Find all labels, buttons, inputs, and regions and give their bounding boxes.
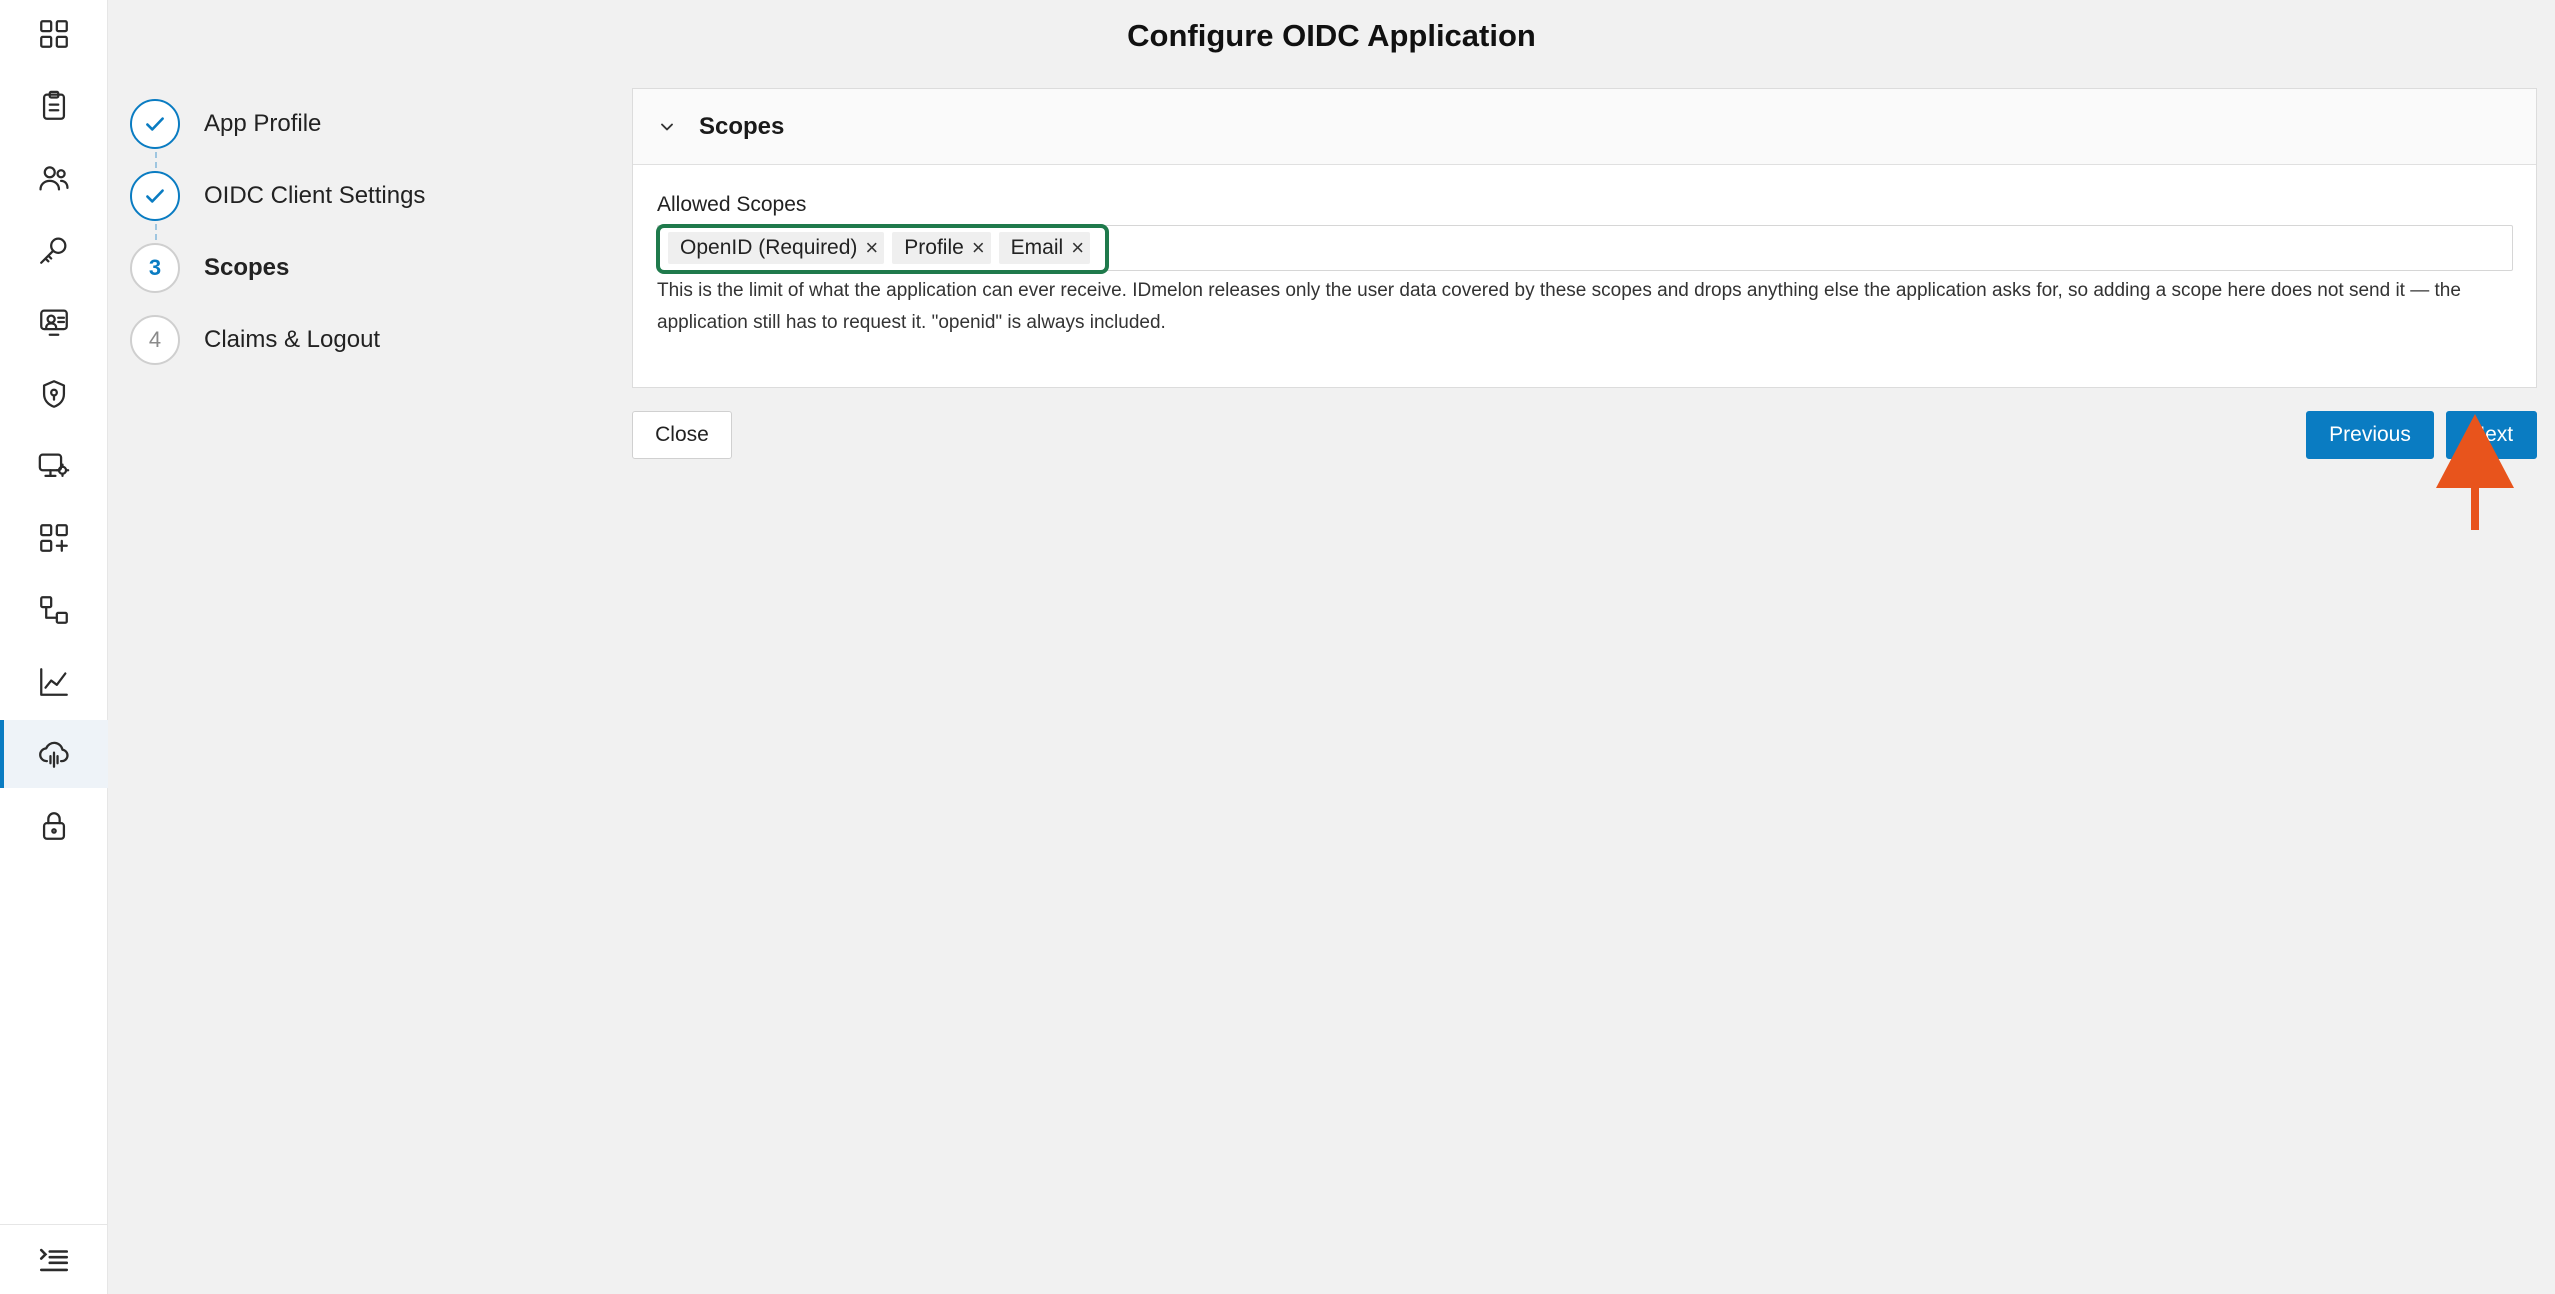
shield-icon [42, 380, 66, 408]
page-title: Configure OIDC Application [1127, 18, 1536, 53]
nav-security[interactable] [0, 360, 108, 428]
scopes-panel: Scopes Allowed Scopes OpenID (Required) … [632, 88, 2537, 388]
previous-button[interactable]: Previous [2306, 411, 2434, 459]
step-done-indicator [130, 99, 180, 149]
panel-title: Scopes [699, 112, 785, 140]
nav-analytics[interactable] [0, 648, 108, 716]
nav-access[interactable] [0, 792, 108, 860]
nav-integrations[interactable] [0, 504, 108, 572]
step-label: OIDC Client Settings [204, 182, 426, 209]
step-number: 4 [130, 315, 180, 365]
users-icon [39, 166, 69, 191]
highlight-box [656, 224, 1109, 274]
user-monitor-icon [40, 309, 68, 336]
dashboard-icon [40, 20, 68, 48]
step-app-profile[interactable]: App Profile [130, 98, 321, 150]
scopes-panel-header[interactable]: Scopes [633, 89, 2536, 165]
monitor-gear-icon [38, 453, 70, 478]
check-icon [146, 117, 164, 131]
lock-icon [42, 812, 66, 840]
cloud-fingerprint-icon [39, 741, 69, 768]
key-icon [40, 237, 67, 264]
nav-settings[interactable] [0, 432, 108, 500]
nav-workflows[interactable] [0, 576, 108, 644]
step-done-indicator [130, 171, 180, 221]
step-oidc-client-settings[interactable]: OIDC Client Settings [130, 170, 425, 222]
nav-reports[interactable] [0, 72, 108, 140]
nav-keys[interactable] [0, 216, 108, 284]
step-label: Scopes [204, 254, 290, 281]
menu-collapse-icon [39, 1248, 69, 1271]
step-label: App Profile [204, 110, 322, 137]
workflow-icon [40, 596, 68, 624]
allowed-scopes-label: Allowed Scopes [657, 193, 807, 216]
step-number: 3 [130, 243, 180, 293]
step-scopes[interactable]: 3 Scopes [130, 242, 289, 294]
scopes-helper-text: This is the limit of what the applicatio… [657, 280, 2461, 333]
chart-icon [40, 668, 68, 696]
apps-add-icon [40, 524, 68, 552]
nav-devices[interactable] [0, 288, 108, 356]
clipboard-icon [42, 90, 66, 120]
check-icon [146, 189, 164, 203]
sidebar-collapse-toggle[interactable] [0, 1224, 108, 1294]
step-claims-logout[interactable]: 4 Claims & Logout [130, 314, 380, 366]
step-label: Claims & Logout [204, 326, 381, 353]
step-connector [155, 224, 157, 240]
step-connector [155, 152, 157, 168]
nav-applications[interactable] [0, 720, 108, 788]
chevron-down-icon [661, 123, 673, 130]
nav-users[interactable] [0, 144, 108, 212]
annotation-arrow-icon [2436, 414, 2514, 530]
allowed-scopes-input[interactable]: OpenID (Required) × Profile × Email × [656, 224, 2513, 274]
close-button[interactable]: Close [632, 411, 732, 459]
sidebar [0, 0, 108, 1294]
nav-dashboard[interactable] [0, 0, 108, 68]
